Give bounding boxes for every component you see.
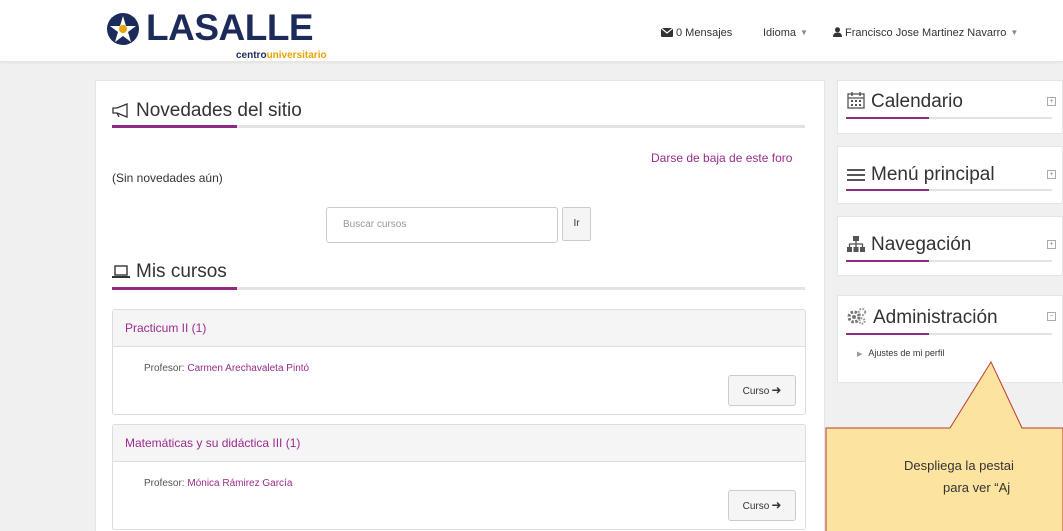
course-card: Practicum II (1) Profesor: Carmen Arecha… bbox=[112, 309, 806, 415]
expand-triangle-icon: ▶ bbox=[857, 351, 863, 358]
expand-block-button[interactable]: + bbox=[1047, 240, 1056, 249]
laptop-icon bbox=[112, 265, 130, 278]
teacher-line: Profesor: Mónica Rámirez García bbox=[144, 478, 293, 489]
user-icon bbox=[833, 27, 842, 37]
course-summary: Profesor: Mónica Rámirez García Curso ➜ bbox=[113, 462, 805, 529]
course-button[interactable]: Curso ➜ bbox=[728, 490, 796, 521]
user-menu[interactable]: Francisco Jose Martinez Navarro ▼ bbox=[833, 27, 1018, 39]
block-title-rule bbox=[846, 117, 1052, 119]
block-title: Calendario bbox=[847, 91, 963, 113]
administration-block: Administración − ▶ Ajustes de mi perfil bbox=[837, 295, 1063, 383]
gears-icon bbox=[847, 307, 867, 325]
no-news-text: (Sin novedades aún) bbox=[112, 171, 223, 185]
course-card: Matemáticas y su didáctica III (1) Profe… bbox=[112, 424, 806, 530]
calendar-icon bbox=[847, 92, 865, 109]
language-menu[interactable]: Idioma ▼ bbox=[763, 27, 808, 39]
messages-link[interactable]: 0 Mensajes bbox=[660, 27, 732, 39]
teacher-link[interactable]: Mónica Rámirez García bbox=[187, 478, 292, 489]
user-nav: 0 Mensajes Idioma ▼ Francisco Jose Martin… bbox=[0, 27, 1063, 43]
caret-down-icon: ▼ bbox=[800, 28, 808, 37]
calendar-block: Calendario + bbox=[837, 80, 1063, 134]
teacher-link[interactable]: Carmen Arechavaleta Pintó bbox=[187, 363, 309, 374]
course-name-link[interactable]: Matemáticas y su didáctica III (1) bbox=[113, 425, 805, 462]
logo-subtitle: centrouniversitario bbox=[236, 50, 327, 61]
arrow-right-icon: ➜ bbox=[771, 383, 782, 397]
top-navbar: LASALLE centrouniversitario 0 Mensajes I… bbox=[0, 0, 1063, 62]
sitemap-icon bbox=[847, 236, 865, 252]
block-title: Navegación bbox=[847, 234, 971, 256]
course-summary: Profesor: Carmen Arechavaleta Pintó Curs… bbox=[113, 347, 805, 414]
news-title: Novedades del sitio bbox=[112, 100, 302, 122]
course-button[interactable]: Curso ➜ bbox=[728, 375, 796, 406]
bullhorn-icon bbox=[112, 103, 128, 118]
my-courses-title: Mis cursos bbox=[112, 261, 227, 283]
main-menu-block: Menú principal + bbox=[837, 146, 1063, 204]
news-title-rule bbox=[112, 125, 805, 128]
main-content: Novedades del sitio Darse de baja de est… bbox=[95, 80, 825, 531]
course-name-link[interactable]: Practicum II (1) bbox=[113, 310, 805, 347]
search-go-button[interactable]: Ir bbox=[562, 207, 591, 241]
block-title-rule bbox=[846, 189, 1052, 191]
expand-block-button[interactable]: + bbox=[1047, 170, 1056, 179]
profile-settings-node[interactable]: ▶ Ajustes de mi perfil bbox=[857, 348, 944, 358]
block-title: Administración bbox=[847, 307, 998, 329]
block-title: Menú principal bbox=[847, 164, 995, 186]
caret-down-icon: ▼ bbox=[1010, 28, 1019, 37]
expand-block-button[interactable]: + bbox=[1047, 97, 1056, 106]
courses-title-rule bbox=[112, 287, 805, 290]
menu-icon bbox=[847, 169, 865, 181]
unsubscribe-link[interactable]: Darse de baja de este foro bbox=[651, 151, 792, 165]
envelope-icon bbox=[660, 27, 674, 37]
teacher-line: Profesor: Carmen Arechavaleta Pintó bbox=[144, 363, 310, 374]
navigation-block: Navegación + bbox=[837, 216, 1063, 276]
block-title-rule bbox=[846, 333, 1052, 335]
arrow-right-icon: ➜ bbox=[771, 498, 782, 512]
course-search-input[interactable]: Buscar cursos bbox=[326, 207, 558, 243]
collapse-block-button[interactable]: − bbox=[1047, 312, 1056, 321]
block-title-rule bbox=[846, 260, 1052, 262]
